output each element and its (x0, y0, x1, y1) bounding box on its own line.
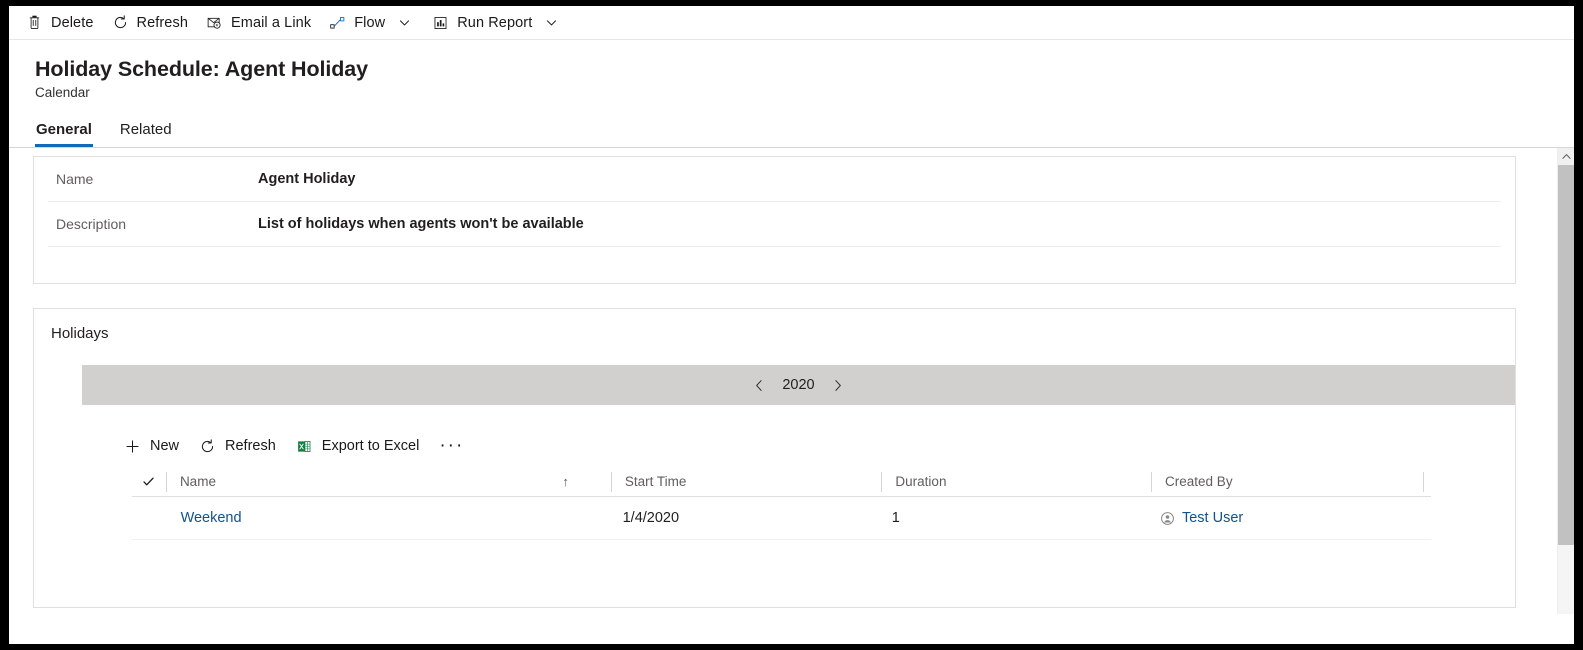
scrollbar-up-button[interactable] (1558, 148, 1574, 165)
refresh-icon (199, 438, 216, 455)
chevron-down-icon[interactable] (394, 13, 414, 33)
column-header-created-by[interactable]: Created By (1151, 471, 1423, 493)
subgrid-export-excel-button[interactable]: Export to Excel (286, 429, 430, 463)
tab-related-label: Related (119, 121, 172, 138)
command-delete[interactable]: Delete (17, 7, 103, 39)
scrollbar-thumb[interactable] (1558, 165, 1574, 545)
chevron-left-icon[interactable] (748, 373, 772, 397)
row-name-link[interactable]: Weekend (181, 510, 242, 526)
row-created-by-link[interactable]: Test User (1182, 510, 1243, 526)
form-body: Name Agent Holiday Description List of h… (9, 148, 1574, 614)
column-header-start-time[interactable]: Start Time (610, 471, 882, 493)
table-row[interactable]: Weekend 1/4/2020 1 Test User (132, 497, 1431, 540)
vertical-scrollbar[interactable] (1557, 148, 1574, 614)
run-report-icon (432, 14, 449, 31)
subgrid-refresh-button[interactable]: Refresh (189, 429, 286, 463)
command-run-report[interactable]: Run Report (423, 7, 570, 39)
command-refresh-label: Refresh (136, 14, 188, 31)
field-value-name[interactable]: Agent Holiday (258, 171, 355, 187)
plus-icon (124, 438, 141, 455)
year-navigator-bar: 2020 (82, 365, 1515, 405)
command-flow-label: Flow (354, 14, 386, 31)
tab-general-label: General (36, 121, 92, 138)
field-label-name: Name (56, 171, 94, 187)
column-divider (881, 471, 883, 492)
form-spacer (48, 247, 1501, 283)
page-subtitle: Calendar (35, 85, 90, 100)
tab-related[interactable]: Related (119, 121, 173, 147)
column-divider (1151, 471, 1153, 492)
checkmark-icon (143, 477, 155, 486)
command-refresh[interactable]: Refresh (103, 7, 197, 39)
cell-duration: 1 (891, 510, 900, 526)
excel-icon (296, 438, 313, 455)
app-page: Delete Refresh Email a Link Flow Run Rep… (9, 6, 1574, 644)
email-link-icon (206, 14, 223, 31)
subgrid-overflow-button[interactable]: ··· (429, 436, 474, 455)
field-row-description: Description List of holidays when agents… (48, 202, 1501, 247)
window-frame: Delete Refresh Email a Link Flow Run Rep… (0, 0, 1583, 650)
column-header-name[interactable]: Name ↑ (165, 471, 611, 493)
subgrid-command-bar: New Refresh Export to Excel ··· (114, 425, 1515, 467)
caret-up-icon (1561, 153, 1571, 159)
page-title: Holiday Schedule: Agent Holiday (35, 57, 368, 81)
column-header-duration[interactable]: Duration (881, 471, 1151, 493)
cell-created-by: Test User (1146, 497, 1417, 539)
holidays-grid: Name ↑ Start Time Duration Created By We… (132, 467, 1431, 540)
record-header: Holiday Schedule: Agent Holiday Calendar… (9, 40, 1574, 147)
holidays-section-card: Holidays 2020 New Refresh Export to Exce… (33, 308, 1516, 608)
chevron-down-icon[interactable] (541, 13, 561, 33)
column-header-end (1423, 471, 1431, 493)
user-avatar-icon (1160, 511, 1175, 526)
year-navigator: 2020 (748, 373, 850, 397)
tab-general[interactable]: General (35, 121, 93, 147)
field-row-name: Name Agent Holiday (48, 157, 1501, 202)
form-tabs: General Related (35, 121, 1574, 147)
year-label: 2020 (782, 377, 815, 393)
holidays-section-title: Holidays (51, 325, 109, 342)
select-all-checkbox[interactable] (132, 471, 166, 493)
column-header-name-label: Name (179, 474, 216, 489)
command-flow[interactable]: Flow (320, 7, 423, 39)
cell-start-time: 1/4/2020 (622, 510, 680, 526)
command-delete-label: Delete (51, 14, 94, 31)
chevron-right-icon[interactable] (826, 373, 850, 397)
column-divider (610, 471, 612, 492)
column-header-duration-label: Duration (895, 474, 947, 489)
general-section-card: Name Agent Holiday Description List of h… (33, 156, 1516, 284)
column-header-start-time-label: Start Time (624, 474, 687, 489)
subgrid-new-label: New (150, 438, 180, 454)
field-label-description: Description (56, 216, 127, 232)
subgrid-export-excel-label: Export to Excel (321, 438, 420, 454)
column-divider (1423, 471, 1425, 492)
trash-icon (26, 14, 43, 31)
column-divider (165, 471, 167, 492)
cell-end (1417, 497, 1431, 539)
column-header-created-by-label: Created By (1165, 474, 1233, 489)
command-email-a-link-label: Email a Link (231, 14, 312, 31)
refresh-icon (112, 14, 129, 31)
command-bar: Delete Refresh Email a Link Flow Run Rep… (9, 6, 1574, 40)
command-run-report-label: Run Report (457, 14, 533, 31)
subgrid-refresh-label: Refresh (225, 438, 276, 454)
cell-name: Weekend (167, 497, 609, 539)
flow-icon (329, 14, 346, 31)
sort-ascending-icon: ↑ (562, 474, 569, 489)
field-value-description[interactable]: List of holidays when agents won't be av… (258, 216, 584, 232)
command-email-a-link[interactable]: Email a Link (197, 7, 320, 39)
grid-header-row: Name ↑ Start Time Duration Created By (132, 467, 1431, 497)
row-checkbox[interactable] (132, 497, 167, 539)
subgrid-new-button[interactable]: New (114, 429, 189, 463)
